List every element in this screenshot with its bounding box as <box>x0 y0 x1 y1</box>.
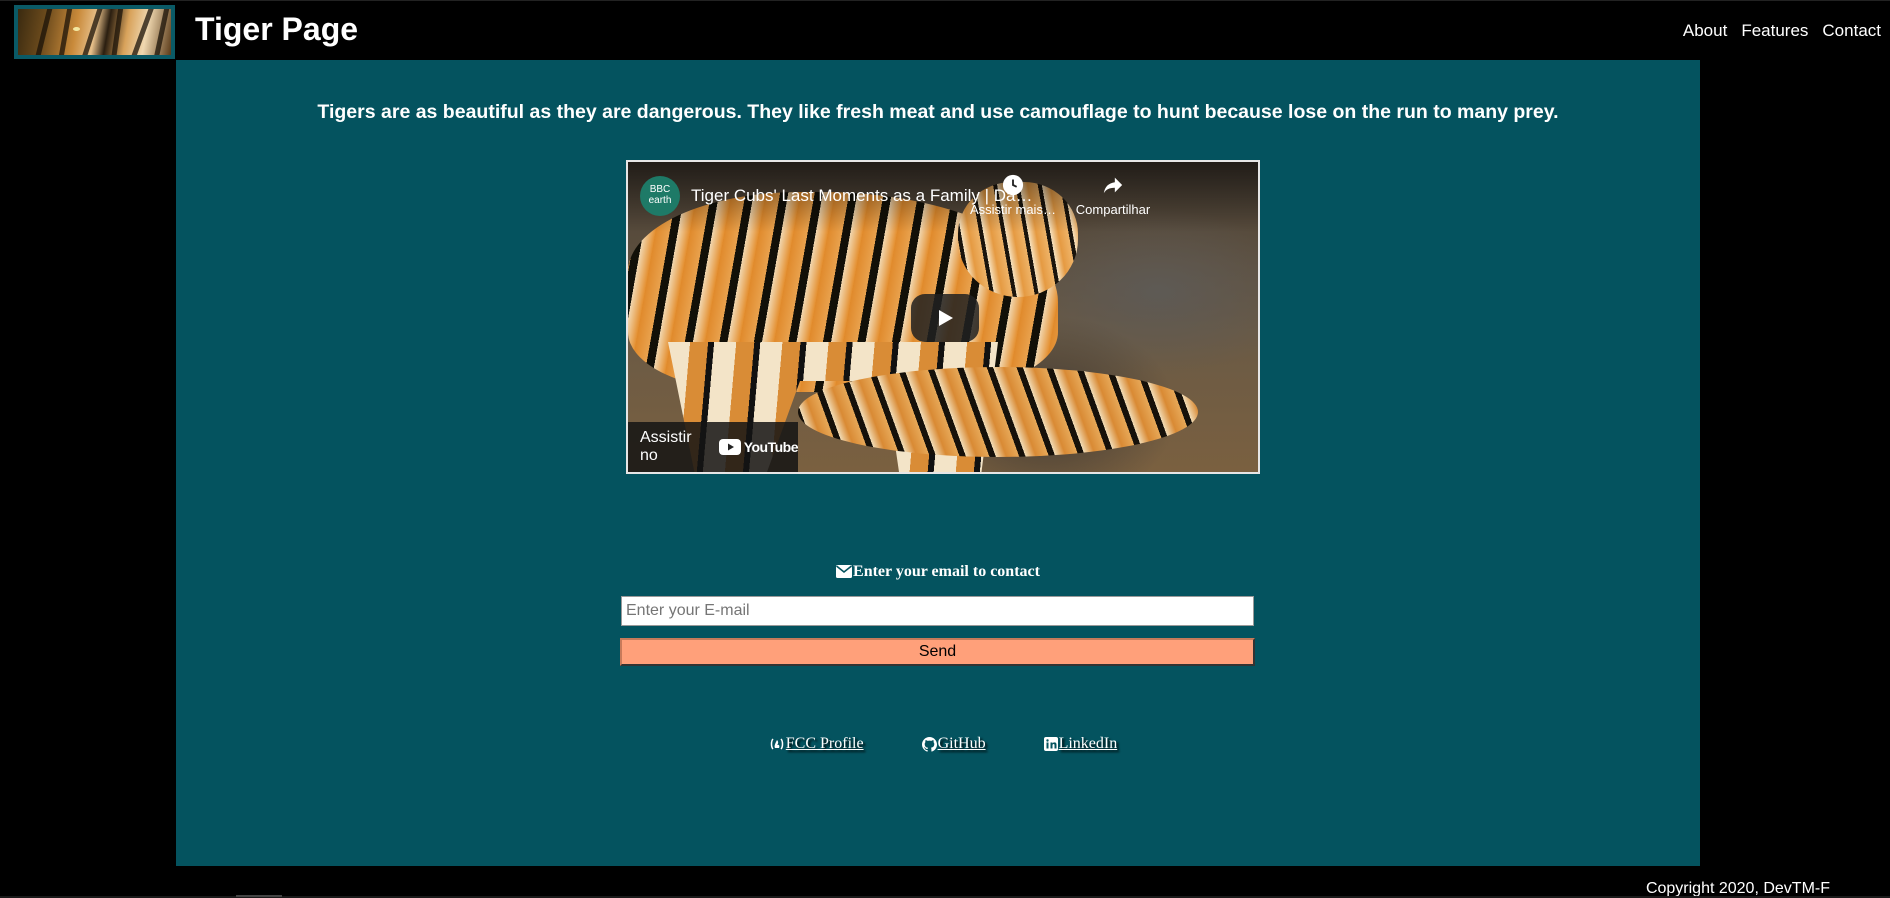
fcc-profile-link[interactable]: FCC Profile <box>769 735 864 753</box>
nav-link-contact[interactable]: Contact <box>1822 21 1881 41</box>
youtube-play-icon <box>718 439 741 455</box>
github-icon <box>921 736 937 752</box>
share-icon <box>1103 177 1123 194</box>
send-button[interactable]: Send <box>620 638 1255 666</box>
envelope-icon <box>836 565 853 578</box>
free-code-camp-icon <box>770 738 784 750</box>
tiger-logo-image <box>14 5 175 59</box>
intro-text: Tigers are as beautiful as they are dang… <box>317 101 1559 123</box>
watch-on-youtube-button[interactable]: Assistir no YouTube <box>628 422 799 472</box>
linkedin-icon <box>1043 737 1058 751</box>
play-icon <box>939 310 953 326</box>
profile-links: FCC Profile GitHub LinkedIn <box>176 735 1700 753</box>
header: Tiger Page About Features Contact <box>0 0 1890 60</box>
share-button[interactable]: Compartilhar <box>1068 174 1158 217</box>
email-input[interactable] <box>621 596 1254 626</box>
channel-avatar[interactable]: BBC earth <box>640 176 680 216</box>
clock-icon <box>1002 174 1024 196</box>
main-nav: About Features Contact <box>1683 21 1881 41</box>
main-content: Tigers are as beautiful as they are dang… <box>176 60 1700 866</box>
watch-later-button[interactable]: Assistir mais tarde <box>968 174 1058 217</box>
youtube-logo: YouTube <box>718 439 799 455</box>
divider <box>236 895 282 897</box>
nav-link-about[interactable]: About <box>1683 21 1727 41</box>
linkedin-link[interactable]: LinkedIn <box>1043 735 1117 753</box>
video-embed[interactable]: BBC earth Tiger Cubs' Last Moments as a … <box>626 160 1260 474</box>
github-link[interactable]: GitHub <box>921 735 986 753</box>
play-button[interactable] <box>911 294 979 342</box>
nav-link-features[interactable]: Features <box>1741 21 1808 41</box>
site-title: Tiger Page <box>195 11 359 47</box>
contact-label: Enter your email to contact <box>176 563 1700 581</box>
